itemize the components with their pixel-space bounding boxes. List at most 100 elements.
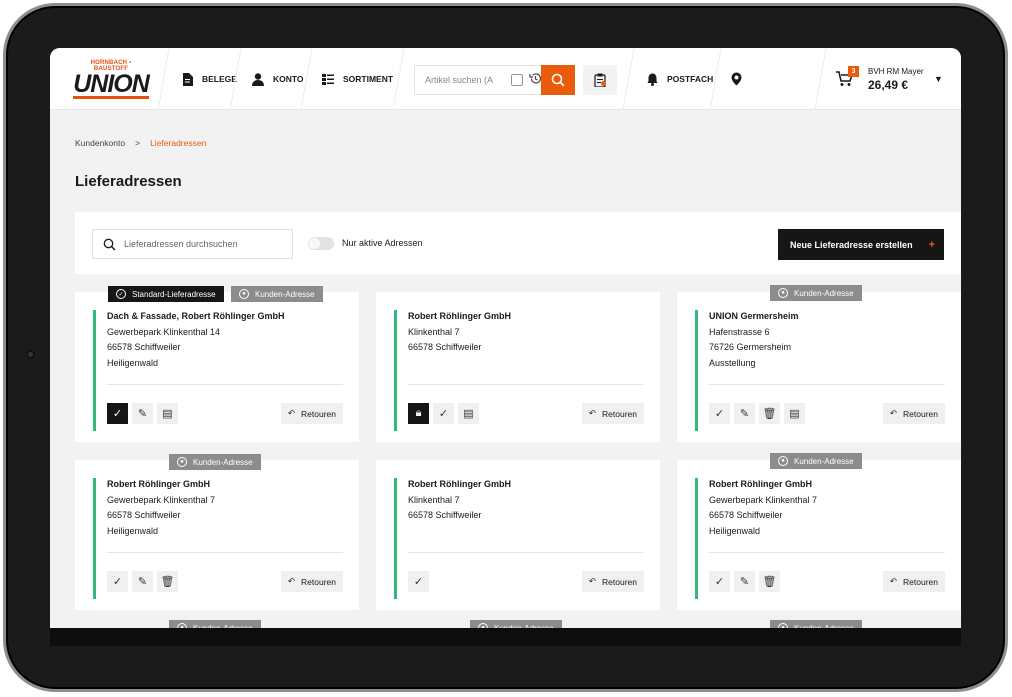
- nav-sortiment[interactable]: SORTIMENT: [321, 48, 393, 110]
- edit-button[interactable]: ✎: [132, 403, 153, 424]
- breadcrumb-root[interactable]: Kundenkonto: [75, 138, 125, 148]
- nav-postfach-label: POSTFACH: [667, 74, 714, 84]
- user-circle-icon: ●: [778, 288, 788, 298]
- pencil-icon: ✎: [739, 408, 750, 420]
- retouren-button[interactable]: ↶ Retouren: [581, 571, 644, 592]
- clipboard-icon: [594, 73, 606, 87]
- status-bar: [695, 478, 698, 599]
- chevron-down-icon[interactable]: ▼: [934, 74, 943, 84]
- address-toolbar: Nur aktive Adressen Neue Lieferadresse e…: [75, 212, 961, 274]
- check-circle-icon: ✓: [714, 576, 725, 588]
- address-extra: Heiligenwald: [709, 525, 761, 536]
- user-circle-icon: ●: [778, 456, 788, 466]
- edit-button[interactable]: ✎: [132, 571, 153, 592]
- retouren-button[interactable]: ↶ Retouren: [882, 571, 945, 592]
- lock-icon: 🔒︎: [415, 407, 422, 419]
- status-bar: [394, 478, 397, 599]
- customer-address-badge: ● Kunden-Adresse: [231, 286, 323, 302]
- logo[interactable]: HORNBACH ▪ BAUSTOFF UNION: [73, 60, 150, 99]
- address-extra: Heiligenwald: [107, 357, 159, 368]
- address-card: Robert Röhlinger GmbH Gewerbepark Klinke…: [75, 460, 359, 610]
- cart-user: BVH RM Mayer: [868, 67, 924, 76]
- status-bar: [93, 310, 96, 431]
- location-pin-icon: [729, 72, 743, 86]
- nav-konto[interactable]: KONTO: [251, 48, 304, 110]
- retouren-button[interactable]: ↶ Retouren: [882, 403, 945, 424]
- document-icon: ▤: [463, 408, 474, 420]
- customer-address-badge: ● Kunden-Adresse: [169, 454, 261, 470]
- set-default-button[interactable]: ✓: [107, 571, 128, 592]
- address-city: 66578 Schiffweiler: [107, 510, 181, 520]
- standard-address-badge: ✓ Standard-Lieferadresse: [108, 286, 224, 302]
- nav-postfach[interactable]: POSTFACH: [645, 48, 713, 110]
- retouren-button[interactable]: ↶ Retouren: [581, 403, 644, 424]
- undo-icon: ↶: [889, 408, 898, 418]
- active-only-toggle[interactable]: [308, 237, 334, 250]
- address-search-field[interactable]: [92, 229, 293, 259]
- set-default-button[interactable]: ✓: [433, 403, 454, 424]
- search-icon: [551, 73, 565, 87]
- check-circle-icon: ✓: [413, 576, 424, 588]
- breadcrumb-current: Lieferadressen: [150, 138, 207, 148]
- user-circle-icon: ●: [239, 289, 249, 299]
- active-only-label: Nur aktive Adressen: [342, 238, 423, 248]
- set-default-button[interactable]: ✓: [709, 571, 730, 592]
- nav-belege-label: BELEGE: [202, 74, 237, 84]
- address-card: Dach & Fassade, Robert Röhlinger GmbH Ge…: [75, 292, 359, 442]
- search-input[interactable]: [425, 75, 507, 85]
- document-icon: ▤: [789, 408, 800, 420]
- lock-button[interactable]: 🔒︎: [408, 403, 429, 424]
- pencil-icon: ✎: [137, 408, 148, 420]
- delete-button[interactable]: 🗑︎: [759, 571, 780, 592]
- document-button[interactable]: ▤: [157, 403, 178, 424]
- trash-icon: 🗑︎: [762, 408, 777, 420]
- address-street: Klinkenthal 7: [408, 494, 460, 505]
- address-name: Robert Röhlinger GmbH: [408, 479, 511, 489]
- trash-icon: 🗑︎: [160, 576, 175, 588]
- set-default-button[interactable]: ✓: [408, 571, 429, 592]
- check-circle-icon: ✓: [438, 408, 449, 420]
- document-button[interactable]: ▤: [458, 403, 479, 424]
- document-icon: [180, 72, 194, 86]
- set-default-button[interactable]: ✓: [709, 403, 730, 424]
- address-street: Klinkenthal 7: [408, 326, 460, 337]
- address-card: UNION Germersheim Hafenstrasse 6 76726 G…: [677, 292, 961, 442]
- search-button[interactable]: [541, 65, 575, 95]
- nav-belege[interactable]: BELEGE: [180, 48, 237, 110]
- customer-address-badge: ● Kunden-Adresse: [470, 620, 562, 628]
- status-bar: [695, 310, 698, 431]
- check-circle-icon: ✓: [112, 408, 123, 420]
- edit-button[interactable]: ✎: [734, 571, 755, 592]
- search-icon: [103, 238, 116, 250]
- document-icon: ▤: [162, 408, 173, 420]
- address-street: Gewerbepark Klinkenthal 14: [107, 326, 221, 337]
- delete-button[interactable]: 🗑︎: [157, 571, 178, 592]
- order-list-button[interactable]: [583, 65, 617, 95]
- retouren-button[interactable]: ↶ Retouren: [280, 403, 343, 424]
- undo-icon: ↶: [287, 408, 296, 418]
- edit-button[interactable]: ✎: [734, 403, 755, 424]
- user-circle-icon: ●: [177, 457, 187, 467]
- search-checkbox[interactable]: [511, 74, 523, 86]
- new-address-button[interactable]: Neue Lieferadresse erstellen +: [778, 229, 944, 260]
- undo-icon: ↶: [889, 576, 898, 586]
- customer-address-badge: ● Kunden-Adresse: [770, 285, 862, 301]
- address-extra: Heiligenwald: [107, 525, 159, 536]
- address-card: Robert Röhlinger GmbH Klinkenthal 7 6657…: [376, 460, 660, 610]
- set-default-button[interactable]: ✓: [107, 403, 128, 424]
- check-circle-icon: ✓: [116, 289, 126, 299]
- address-city: 76726 Germersheim: [709, 342, 792, 352]
- logo-main: UNION: [73, 70, 150, 99]
- retouren-button[interactable]: ↶ Retouren: [280, 571, 343, 592]
- address-street: Gewerbepark Klinkenthal 7: [709, 494, 818, 505]
- delete-button[interactable]: 🗑︎: [759, 403, 780, 424]
- address-card: Robert Röhlinger GmbH Klinkenthal 7 6657…: [376, 292, 660, 442]
- cart-count-badge: 3: [848, 66, 859, 77]
- pencil-icon: ✎: [739, 576, 750, 588]
- nav-location[interactable]: [729, 48, 743, 110]
- breadcrumb-separator: >: [135, 138, 141, 148]
- nav-konto-label: KONTO: [273, 74, 304, 84]
- check-circle-icon: ✓: [112, 576, 123, 588]
- address-search-input[interactable]: [124, 239, 284, 249]
- document-button[interactable]: ▤: [784, 403, 805, 424]
